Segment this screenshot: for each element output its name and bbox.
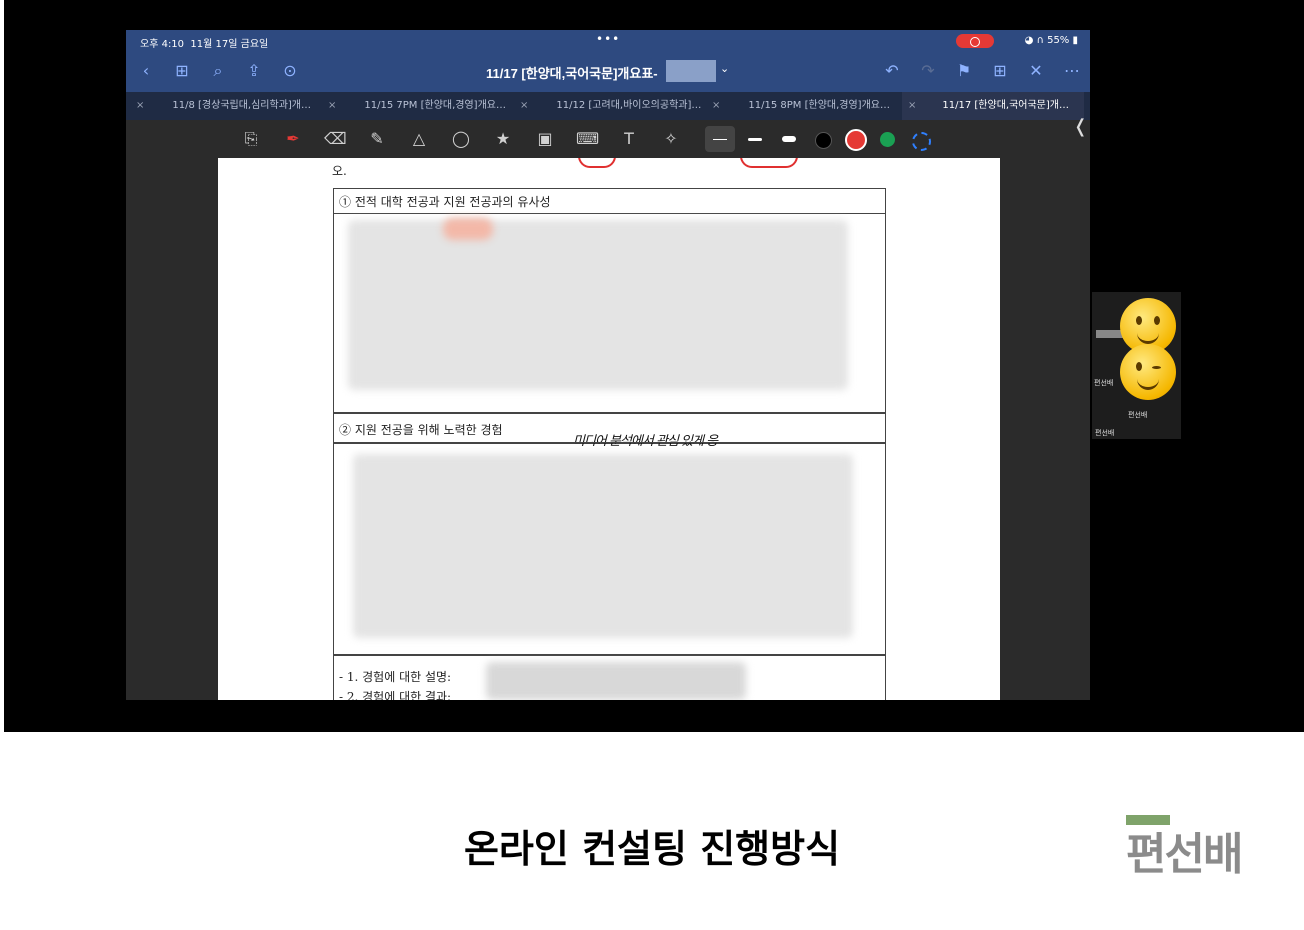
redo-icon[interactable]: ↷ [918,61,938,81]
image-icon[interactable]: ▣ [534,128,556,150]
tab-close-icon[interactable]: × [328,100,336,111]
medium-stroke-icon[interactable] [748,138,762,141]
pen-icon[interactable]: ✒ [282,128,304,150]
bookmark-icon[interactable]: ⚑ [954,61,974,81]
status-bar: 오후 4:10 11월 17일 금요일 ••• ◕ ∩ 55% ▮ [126,30,1090,52]
document-navbar: ‹ ⊞ ⌕ ⇪ ⊙ 11/17 [한양대,국어국문]개요표- ⌄ ↶ ↷ ⚑ ⊞… [126,52,1090,92]
participant-video-tile[interactable]: 편선배 편선배 편선배 [1092,292,1181,439]
lasso-icon[interactable]: ◯ [450,128,472,150]
blurred-content [348,220,848,390]
share-icon[interactable]: ⇪ [244,61,264,81]
participant-name: 편선배 [1095,429,1115,437]
search-icon[interactable]: ⌕ [208,61,228,81]
color-black[interactable] [815,132,832,149]
brand-logo: 편선배 [1126,829,1243,880]
add-page-icon[interactable]: ⊞ [990,61,1010,81]
eraser-icon[interactable]: ⌫ [324,128,347,150]
ipad-screen: 오후 4:10 11월 17일 금요일 ••• ◕ ∩ 55% ▮ ‹ ⊞ ⌕ … [126,30,1090,700]
grid-icon[interactable]: ⊞ [172,61,192,81]
sticker-icon[interactable]: ★ [492,128,514,150]
participant-name-small: 편선배 [1094,379,1114,387]
tab-close-icon[interactable]: × [520,100,528,111]
tab-close-icon[interactable]: × [908,100,916,111]
status-time: 오후 4:10 11월 17일 금요일 [140,39,269,50]
drawing-toolbar: ⎘ ✒ ⌫ ✎ △ ◯ ★ ▣ ⌨ T ✧ [126,120,1090,158]
chevron-down-icon[interactable]: ⌄ [720,62,729,75]
tab-close-icon[interactable]: × [712,100,720,111]
thin-stroke-icon [713,139,727,140]
slide-caption: 온라인 컨설팅 진행방식 [463,827,841,871]
red-annotation [740,158,798,168]
lead-text: 오. [332,164,347,178]
red-annotation [578,158,616,168]
experience-item-2: - 2. 경험에 대한 결과: [339,690,452,700]
document-page[interactable]: 오. ① 전적 대학 전공과 지원 전공과의 유사성 ② 지원 전공을 위해 노… [218,158,1000,700]
blurred-content [353,454,853,638]
undo-icon[interactable]: ↶ [882,61,902,81]
tab-4[interactable]: × 11/15 8PM [한양대,경영]개요… [712,92,902,120]
text-box-icon[interactable]: T [618,128,640,150]
tab-bar: × 11/8 [경상국립대,심리학과]개… × 11/15 7PM [한양대,경영]… [126,92,1090,120]
tab-2[interactable]: × 11/15 7PM [한양대,경영]개요… [328,92,518,120]
blurred-content [486,662,746,700]
close-icon[interactable]: ✕ [1026,61,1046,81]
section1-header: ① 전적 대학 전공과 지원 전공과의 유사성 [339,195,551,209]
wink-emoji-icon [1120,344,1176,400]
experience-item-1: - 1. 경험에 대한 설명: [339,670,452,684]
keyboard-icon[interactable]: ⌨ [576,128,599,150]
zoom-window-icon[interactable]: ⎘ [240,128,262,150]
thick-stroke-icon[interactable] [782,136,796,142]
back-icon[interactable]: ‹ [136,61,156,81]
highlighter-icon[interactable]: ✎ [366,128,388,150]
color-green[interactable] [880,132,895,147]
highlight-mark [443,218,493,240]
section2-header: ② 지원 전공을 위해 노력한 경험 [339,423,503,437]
microphone-icon[interactable]: ⊙ [280,61,300,81]
shape-icon[interactable]: △ [408,128,430,150]
add-color-icon[interactable] [912,132,931,151]
more-icon[interactable]: ⋯ [1062,61,1082,81]
tab-1[interactable]: × 11/8 [경상국립대,심리학과]개… [136,92,326,120]
sidebar-handle-icon[interactable]: ❬ [1073,116,1088,137]
tab-3[interactable]: × 11/12 [고려대,바이오의공학과]… [520,92,710,120]
tab-5-active[interactable]: × 11/17 [한양대,국어국문]개… [902,92,1084,120]
screen-record-icon [956,34,994,48]
color-red-selected[interactable] [845,129,867,151]
document-title[interactable]: 11/17 [한양대,국어국문]개요표- [486,63,658,82]
tab-close-icon[interactable]: × [136,100,144,111]
participant-name-center: 편선배 [1128,411,1148,419]
battery-indicator: ◕ ∩ 55% ▮ [1024,35,1078,46]
multitask-dots[interactable]: ••• [596,32,620,46]
laser-pointer-icon[interactable]: ✧ [660,128,682,150]
redacted-block [666,60,716,82]
